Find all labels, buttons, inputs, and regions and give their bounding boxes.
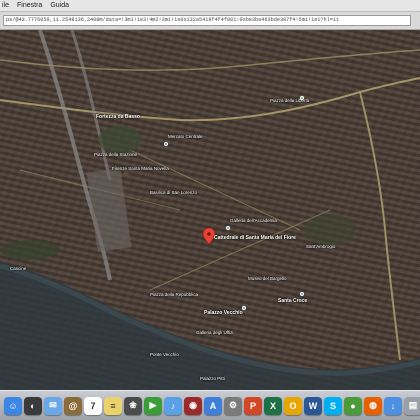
- map-label[interactable]: Palazzo Vecchio: [204, 310, 243, 316]
- word-icon[interactable]: W: [304, 396, 322, 415]
- map-label[interactable]: Mercato Centrale: [168, 134, 203, 139]
- menu-file[interactable]: ile: [2, 0, 9, 12]
- map-label[interactable]: Palazzo Pitti: [200, 376, 225, 381]
- map-label[interactable]: Piazza della Repubblica: [150, 292, 198, 297]
- dashboard-icon[interactable]: ◐: [24, 396, 42, 415]
- map-label[interactable]: Fortezza da Basso: [96, 114, 140, 120]
- preferences-icon[interactable]: ⚙: [224, 396, 242, 415]
- chrome-icon[interactable]: ●: [344, 396, 362, 415]
- poi-marker[interactable]: [242, 306, 246, 310]
- desktop-screen: ile Finestra Guida ps/@43.7776059,11.254…: [0, 0, 420, 420]
- park-cascine: [0, 240, 60, 260]
- map-overlay: [0, 30, 420, 390]
- firefox-icon[interactable]: ◍: [364, 396, 382, 415]
- map-label[interactable]: Galleria degli Uffizi: [196, 330, 233, 335]
- poi-marker[interactable]: [226, 226, 230, 230]
- dock: ☺◐✉@7≡❀▶♪◉A⚙PXOWS●◍↓▤🗑: [0, 390, 420, 420]
- map-label[interactable]: Ponte Vecchio: [150, 352, 179, 357]
- map-label[interactable]: Basilica di San Lorenzo: [150, 190, 197, 195]
- downloads-icon[interactable]: ↓: [384, 396, 402, 415]
- satellite-map[interactable]: Fortezza da Basso Piazza della Stazione …: [0, 30, 420, 390]
- calendar-icon[interactable]: 7: [84, 396, 102, 415]
- address-bar: ps/@43.7776059,11.2548136,2408m/data=!3m…: [0, 12, 420, 30]
- poi-marker[interactable]: [164, 142, 168, 146]
- map-label[interactable]: Santa Croce: [278, 298, 307, 304]
- road-viali-east: [359, 91, 401, 361]
- map-label[interactable]: Piazza della Stazione: [94, 152, 137, 157]
- mail-icon[interactable]: ✉: [44, 396, 62, 415]
- documents-icon[interactable]: ▤: [404, 396, 420, 415]
- contacts-icon[interactable]: @: [64, 396, 82, 415]
- map-label[interactable]: Cattedrale di Santa Maria del Fiore: [214, 235, 296, 241]
- map-label[interactable]: Sant'Ambrogio: [306, 244, 335, 249]
- excel-icon[interactable]: X: [264, 396, 282, 415]
- station-yard: [86, 168, 132, 252]
- map-label[interactable]: Cascine: [10, 266, 26, 271]
- outlook-icon[interactable]: O: [284, 396, 302, 415]
- menu-window[interactable]: Finestra: [17, 0, 42, 12]
- facetime-icon[interactable]: ▶: [144, 396, 162, 415]
- poi-marker[interactable]: [300, 292, 304, 296]
- finder-icon[interactable]: ☺: [4, 396, 22, 415]
- notes-icon[interactable]: ≡: [104, 396, 122, 415]
- menu-bar: ile Finestra Guida: [0, 0, 420, 12]
- appstore-icon[interactable]: A: [204, 396, 222, 415]
- photos-icon[interactable]: ❀: [124, 396, 142, 415]
- poi-marker[interactable]: [300, 96, 304, 100]
- menu-help[interactable]: Guida: [50, 0, 69, 12]
- itunes-icon[interactable]: ♪: [164, 396, 182, 415]
- skype-icon[interactable]: S: [324, 396, 342, 415]
- powerpoint-icon[interactable]: P: [244, 396, 262, 415]
- map-label[interactable]: Galleria dell'Accademia: [230, 218, 277, 223]
- photobooth-icon[interactable]: ◉: [184, 396, 202, 415]
- map-label[interactable]: Firenze Santa Maria Novella: [112, 166, 169, 171]
- url-input[interactable]: ps/@43.7776059,11.2548136,2408m/data=!3m…: [3, 15, 411, 26]
- park-fortezza: [98, 126, 142, 154]
- map-label[interactable]: Museo del Bargello: [248, 276, 287, 281]
